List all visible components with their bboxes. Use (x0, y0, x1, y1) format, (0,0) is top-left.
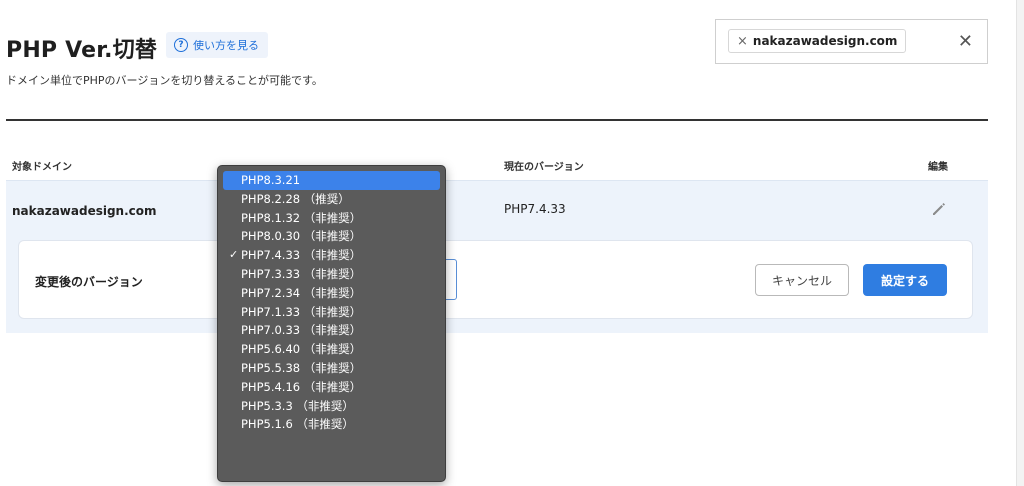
dropdown-option[interactable]: PHP7.3.33 （非推奨） (223, 265, 440, 284)
help-button[interactable]: ? 使い方を見る (166, 32, 268, 58)
dropdown-option[interactable]: PHP8.0.30 （非推奨） (223, 227, 440, 246)
version-dropdown-menu: PHP8.3.21 PHP8.2.28 （推奨） PHP8.1.32 （非推奨） PH… (217, 165, 446, 482)
dropdown-option[interactable]: PHP8.2.28 （推奨） (223, 190, 440, 209)
dropdown-option-label: PHP5.1.6 （非推奨） (241, 417, 354, 432)
section-divider (6, 119, 988, 121)
dropdown-option[interactable]: PHP5.4.16 （非推奨） (223, 378, 440, 397)
dropdown-option-label: PHP8.2.28 （推奨） (241, 191, 350, 206)
clear-filter-icon[interactable]: ✕ (958, 32, 973, 52)
row-current-version: PHP7.4.33 (504, 202, 566, 216)
dropdown-option-label: PHP7.4.33 （非推奨） (241, 248, 362, 263)
checkmark-icon: ✓ (229, 248, 239, 262)
row-domain: nakazawadesign.com (12, 204, 157, 218)
dropdown-option-label: PHP8.1.32 （非推奨） (241, 210, 362, 225)
domain-filter[interactable]: × nakazawadesign.com ✕ (715, 19, 988, 64)
column-header-domain: 対象ドメイン (12, 162, 72, 173)
help-label: 使い方を見る (193, 39, 259, 52)
dropdown-option-label: PHP8.3.21 (241, 173, 301, 187)
change-version-panel: 変更後のバージョン キャンセル 設定する (18, 240, 973, 319)
column-header-current-version: 現在のバージョン (504, 162, 584, 173)
dropdown-option[interactable]: ✓ PHP7.4.33 （非推奨） (223, 246, 440, 265)
dropdown-option-label: PHP7.3.33 （非推奨） (241, 266, 362, 281)
dropdown-option-label: PHP7.1.33 （非推奨） (241, 304, 362, 319)
dropdown-option-label: PHP8.0.30 （非推奨） (241, 229, 362, 244)
question-circle-icon: ? (174, 38, 188, 52)
dropdown-option[interactable]: PHP8.3.21 (223, 171, 440, 190)
page-title: PHP Ver.切替 (6, 38, 158, 63)
pencil-icon[interactable] (930, 200, 948, 218)
dropdown-option-label: PHP5.3.3 （非推奨） (241, 398, 354, 413)
dropdown-option[interactable]: PHP7.1.33 （非推奨） (223, 303, 440, 322)
dropdown-option[interactable]: PHP7.0.33 （非推奨） (223, 321, 440, 340)
submit-button[interactable]: 設定する (863, 264, 947, 296)
domain-filter-chip: × nakazawadesign.com (728, 29, 907, 53)
new-version-label: 変更後のバージョン (35, 275, 143, 289)
dropdown-option-label: PHP7.2.34 （非推奨） (241, 285, 362, 300)
dropdown-option[interactable]: PHP5.5.38 （非推奨） (223, 359, 440, 378)
dropdown-option-label: PHP5.5.38 （非推奨） (241, 360, 362, 375)
dropdown-option-label: PHP7.0.33 （非推奨） (241, 323, 362, 338)
dropdown-option[interactable]: PHP5.3.3 （非推奨） (223, 397, 440, 416)
chip-remove-icon[interactable]: × (737, 34, 748, 49)
page-description: ドメイン単位でPHPのバージョンを切り替えることが可能です。 (6, 74, 323, 87)
dropdown-option[interactable]: PHP5.1.6 （非推奨） (223, 415, 440, 434)
page-scrollbar[interactable] (1016, 0, 1024, 486)
chip-label: nakazawadesign.com (752, 34, 898, 48)
dropdown-option[interactable]: PHP5.6.40 （非推奨） (223, 340, 440, 359)
cancel-button[interactable]: キャンセル (755, 264, 849, 296)
dropdown-option[interactable]: PHP7.2.34 （非推奨） (223, 284, 440, 303)
dropdown-option-label: PHP5.4.16 （非推奨） (241, 379, 362, 394)
dropdown-option-label: PHP5.6.40 （非推奨） (241, 342, 362, 357)
dropdown-option[interactable]: PHP8.1.32 （非推奨） (223, 209, 440, 228)
column-header-edit: 編集 (928, 162, 948, 173)
